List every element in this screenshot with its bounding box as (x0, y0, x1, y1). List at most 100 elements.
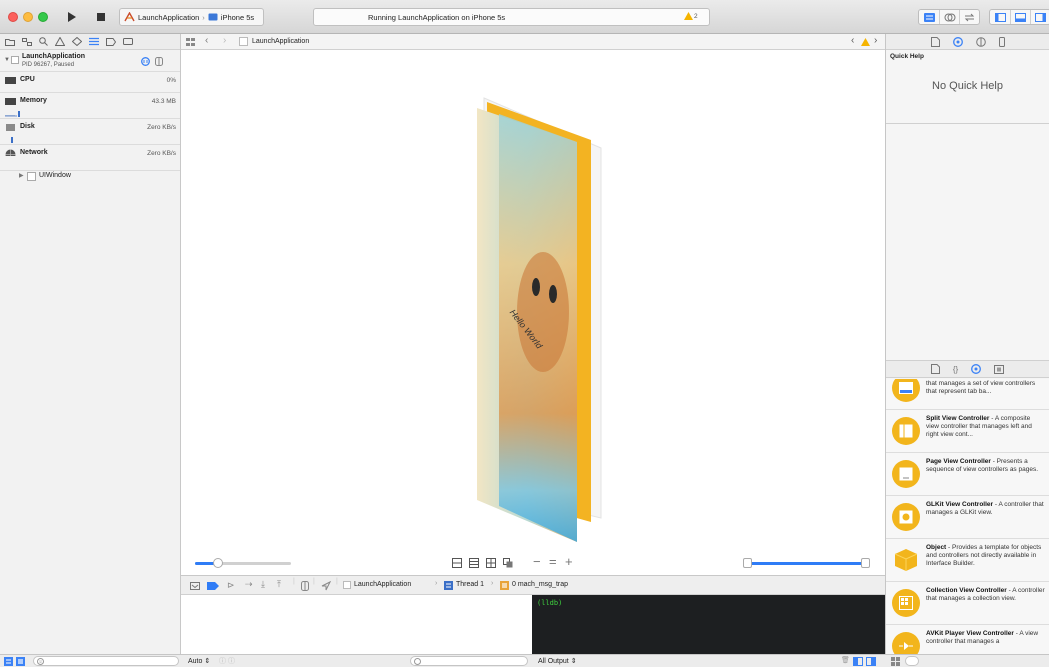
step-out-icon[interactable]: ⤒ (277, 579, 281, 590)
warning-icon[interactable] (55, 37, 65, 46)
show-variables-icon[interactable] (853, 657, 863, 666)
breakpoints-toggle-icon[interactable] (207, 582, 219, 590)
search-icon[interactable] (39, 37, 48, 46)
orient-3d-icon[interactable] (503, 558, 513, 568)
app-icon (343, 581, 351, 589)
view-debugger-canvas[interactable]: Hello World − = + (181, 50, 885, 575)
quick-help-icon[interactable] (952, 36, 963, 47)
minimize-window-button[interactable] (23, 12, 33, 22)
debug-breadcrumb-thread[interactable]: Thread 1 (456, 581, 484, 588)
simulate-location-icon[interactable] (321, 581, 331, 591)
trash-icon[interactable]: 🗑 (841, 656, 850, 664)
symbol-icon[interactable] (22, 37, 32, 46)
version-editor-button[interactable] (959, 10, 979, 24)
forward-button[interactable]: › (223, 35, 226, 46)
stack-frame-icon (500, 581, 509, 590)
previous-issue-button[interactable]: ‹ (851, 35, 854, 46)
object-library-list[interactable]: that manages a set of view controllers t… (886, 379, 1049, 667)
close-window-button[interactable] (8, 12, 18, 22)
view-tree-item[interactable]: ▶ UIWindow (0, 171, 180, 183)
identity-inspector-icon[interactable] (975, 36, 986, 47)
spacing-slider[interactable] (195, 558, 291, 568)
variables-filter-field[interactable] (410, 656, 528, 666)
list-view-icon[interactable] (16, 657, 25, 666)
toggle-navigator-button[interactable] (990, 10, 1010, 24)
report-icon[interactable] (123, 37, 133, 46)
navigator-filter-field[interactable] (33, 656, 179, 666)
related-items-icon[interactable] (186, 38, 195, 46)
object-library-icon[interactable] (971, 364, 982, 374)
bottom-panel-icon (1015, 12, 1026, 22)
assistant-editor-button[interactable] (939, 10, 959, 24)
scheme-selector[interactable]: LaunchApplication › iPhone 5s (119, 8, 264, 26)
process-view-icon[interactable] (4, 657, 13, 666)
library-item-page-view-controller[interactable]: Page View Controller - Presents a sequen… (886, 453, 1049, 496)
library-item-glkit-view-controller[interactable]: GLKit View Controller - A controller tha… (886, 496, 1049, 539)
spacing-slider-knob[interactable] (213, 558, 223, 568)
right-panel-icon (1035, 12, 1046, 22)
range-slider[interactable] (743, 558, 870, 568)
variables-scope-select[interactable]: Auto ⇕ (188, 657, 210, 665)
library-item-split-view-controller[interactable]: Split View Controller - A composite view… (886, 410, 1049, 453)
clip-content-icon[interactable] (452, 558, 462, 568)
warning-indicator[interactable]: 2 (684, 12, 698, 20)
options-icon[interactable] (155, 57, 163, 66)
run-button[interactable] (63, 8, 79, 26)
gauge-disk[interactable]: Disk Zero KB/s (0, 119, 180, 145)
debug-icon[interactable] (89, 37, 99, 46)
app-icon (124, 12, 135, 22)
step-into-icon[interactable]: ⤓ (261, 579, 265, 590)
media-library-icon[interactable] (994, 364, 1005, 374)
code-snippet-icon[interactable]: {} (953, 365, 958, 374)
debug-view-hierarchy-icon[interactable] (301, 581, 309, 591)
show-constraints-icon[interactable] (469, 558, 479, 568)
next-issue-button[interactable]: › (874, 35, 877, 46)
back-button[interactable]: ‹ (205, 35, 208, 46)
hide-debug-area-icon[interactable] (190, 582, 200, 590)
wireframe-icon[interactable] (486, 558, 496, 568)
zoom-in-button[interactable]: + (565, 554, 573, 569)
gauge-cpu[interactable]: CPU 0% (0, 72, 180, 93)
gauge-memory[interactable]: Memory 43.3 MB (0, 93, 180, 119)
inspector-tabs (886, 34, 1049, 50)
library-item-tab-bar-controller[interactable]: that manages a set of view controllers t… (886, 379, 1049, 410)
step-over-icon[interactable]: ⇢ (245, 579, 253, 590)
folder-icon[interactable] (5, 38, 15, 46)
debug-breadcrumb-frame[interactable]: 0 mach_msg_trap (512, 581, 568, 588)
zoom-actual-button[interactable]: = (549, 554, 557, 569)
continue-icon[interactable]: ⊳ (227, 580, 235, 591)
scheme-name: LaunchApplication (138, 12, 200, 22)
show-console-icon[interactable] (866, 657, 876, 666)
test-icon[interactable] (72, 37, 82, 46)
range-slider-right-knob[interactable] (861, 558, 870, 568)
quick-look-icon[interactable]: ⓘ ⓘ (219, 656, 235, 666)
debug-breadcrumb-app[interactable]: LaunchApplication (354, 581, 411, 588)
paused-gauge-icon[interactable] (141, 57, 150, 66)
variables-view[interactable] (181, 595, 532, 654)
grid-view-icon[interactable] (891, 657, 900, 666)
toggle-utilities-button[interactable] (1030, 10, 1049, 24)
filter-icon (37, 658, 44, 665)
breakpoint-icon[interactable] (106, 37, 116, 46)
stop-button[interactable] (93, 8, 109, 26)
jump-bar: ‹ › LaunchApplication ‹ › (181, 34, 885, 50)
disclosure-closed-icon: ▶ (19, 173, 24, 179)
console-view[interactable]: (lldb) (532, 595, 885, 654)
zoom-window-button[interactable] (38, 12, 48, 22)
gauge-network[interactable]: Network Zero KB/s (0, 145, 180, 171)
toggle-debug-button[interactable] (1010, 10, 1030, 24)
library-filter-field[interactable] (905, 656, 919, 666)
jump-path-item[interactable]: LaunchApplication (252, 38, 309, 45)
process-row[interactable]: ▼ LaunchApplication PID 96267, Paused (0, 50, 180, 72)
exploded-view-hierarchy[interactable]: Hello World (181, 50, 885, 575)
file-template-icon[interactable] (930, 364, 940, 374)
library-item-object[interactable]: Object - Provides a template for objects… (886, 539, 1049, 582)
attributes-inspector-icon[interactable] (998, 36, 1005, 47)
standard-editor-button[interactable] (919, 10, 939, 24)
zoom-out-button[interactable]: − (533, 554, 541, 569)
library-item-collection-view-controller[interactable]: Collection View Controller - A controlle… (886, 582, 1049, 625)
file-inspector-icon[interactable] (930, 36, 940, 47)
range-slider-left-knob[interactable] (743, 558, 752, 568)
console-output-select[interactable]: All Output ⇕ (538, 657, 577, 665)
warning-icon[interactable] (861, 38, 870, 46)
